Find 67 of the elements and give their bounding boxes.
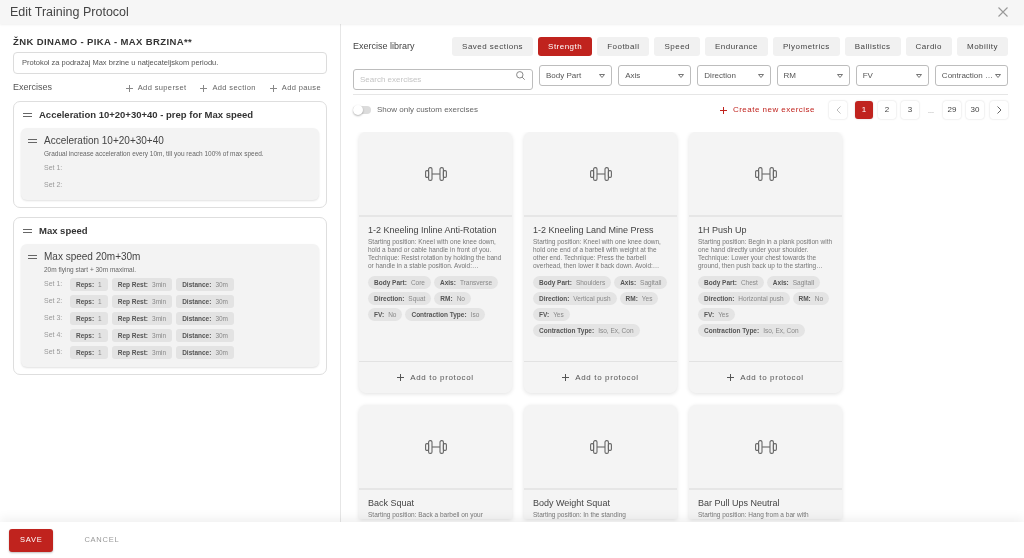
dumbbell-icon bbox=[754, 439, 777, 454]
caret-down-icon bbox=[915, 73, 922, 78]
page-button[interactable]: 3 bbox=[901, 101, 919, 119]
category-tab[interactable]: Endurance bbox=[705, 37, 769, 56]
category-tab[interactable]: Cardio bbox=[905, 37, 953, 56]
dialog-title: Edit Training Protocol bbox=[10, 4, 129, 20]
page-button[interactable]: 2 bbox=[878, 101, 896, 119]
dumbbell-icon bbox=[589, 439, 612, 454]
section-heading: Exercises bbox=[13, 81, 52, 95]
category-tab[interactable]: Saved sections bbox=[452, 37, 534, 56]
category-tab[interactable]: Strength bbox=[538, 37, 593, 56]
filter-dropdown[interactable]: Body Part bbox=[539, 65, 613, 86]
toggle-label: Show only custom exercises bbox=[377, 104, 478, 116]
category-tab[interactable]: Plyometrics bbox=[773, 37, 840, 56]
section-title: Acceleration 10+20+30+40 - prep for Max speed bbox=[39, 107, 254, 122]
drag-handle-icon[interactable] bbox=[23, 229, 32, 233]
caret-down-icon bbox=[678, 73, 685, 78]
filter-dropdown[interactable]: RM bbox=[776, 65, 850, 86]
plus-icon bbox=[562, 374, 570, 381]
section-title: Max speed bbox=[39, 223, 88, 238]
caret-down-icon bbox=[599, 73, 606, 78]
drag-handle-icon[interactable] bbox=[28, 254, 37, 259]
filter-dropdown[interactable]: Direction bbox=[697, 65, 771, 86]
close-icon[interactable] bbox=[998, 7, 1008, 17]
chevron-right-icon bbox=[996, 106, 1002, 114]
plus-icon bbox=[125, 84, 133, 92]
filter-dropdown[interactable]: Axis bbox=[618, 65, 692, 86]
exercise-title: Acceleration 10+20+30+40 bbox=[44, 134, 164, 148]
page-button[interactable]: 30 bbox=[966, 101, 984, 119]
plus-icon bbox=[727, 374, 735, 381]
caret-down-icon bbox=[995, 73, 1002, 78]
add-to-protocol-button[interactable]: Add to protocol bbox=[562, 371, 639, 384]
plus-icon bbox=[397, 374, 405, 381]
add-to-protocol-button[interactable]: Add to protocol bbox=[727, 371, 804, 384]
filter-dropdown[interactable]: Contraction … bbox=[934, 65, 1009, 86]
chevron-left-icon bbox=[835, 106, 841, 114]
caret-down-icon bbox=[836, 73, 843, 78]
card-title: Bar Pull Ups Neutral bbox=[698, 498, 781, 509]
category-tab[interactable]: Football bbox=[597, 37, 650, 56]
plus-icon bbox=[719, 106, 727, 114]
plus-icon bbox=[269, 84, 277, 92]
page-button[interactable]: 1 bbox=[855, 101, 873, 119]
category-tab[interactable]: Mobility bbox=[957, 37, 1008, 56]
create-exercise-link[interactable]: Create new exercise bbox=[719, 104, 815, 116]
caret-down-icon bbox=[757, 73, 764, 78]
exercise-title: Max speed 20m+30m bbox=[44, 250, 141, 264]
drag-handle-icon[interactable] bbox=[23, 113, 32, 117]
search-icon bbox=[516, 71, 525, 80]
card-title: 1H Push Up bbox=[698, 225, 748, 236]
card-title: 1-2 Kneeling Land Mine Press bbox=[533, 225, 655, 236]
toggle-switch[interactable] bbox=[353, 106, 371, 114]
category-tab[interactable]: Ballistics bbox=[844, 37, 901, 56]
library-title: Exercise library bbox=[353, 39, 416, 53]
protocol-name: ŽNK DINAMO - PIKA - MAX BRZINA** bbox=[13, 36, 194, 48]
filter-dropdown[interactable]: FV bbox=[855, 65, 929, 86]
page-button[interactable]: 29 bbox=[943, 101, 961, 119]
card-title: 1-2 Kneeling Inline Anti-Rotation bbox=[368, 225, 498, 236]
card-title: Back Squat bbox=[368, 498, 416, 509]
card-title: Body Weight Squat bbox=[533, 498, 611, 509]
dumbbell-icon bbox=[589, 166, 612, 181]
category-tab[interactable]: Speed bbox=[654, 37, 700, 56]
dumbbell-icon bbox=[424, 439, 447, 454]
dumbbell-icon bbox=[424, 166, 447, 181]
dumbbell-icon bbox=[754, 166, 777, 181]
add-to-protocol-button[interactable]: Add to protocol bbox=[397, 371, 474, 384]
plus-icon bbox=[200, 84, 208, 92]
drag-handle-icon[interactable] bbox=[28, 138, 37, 143]
